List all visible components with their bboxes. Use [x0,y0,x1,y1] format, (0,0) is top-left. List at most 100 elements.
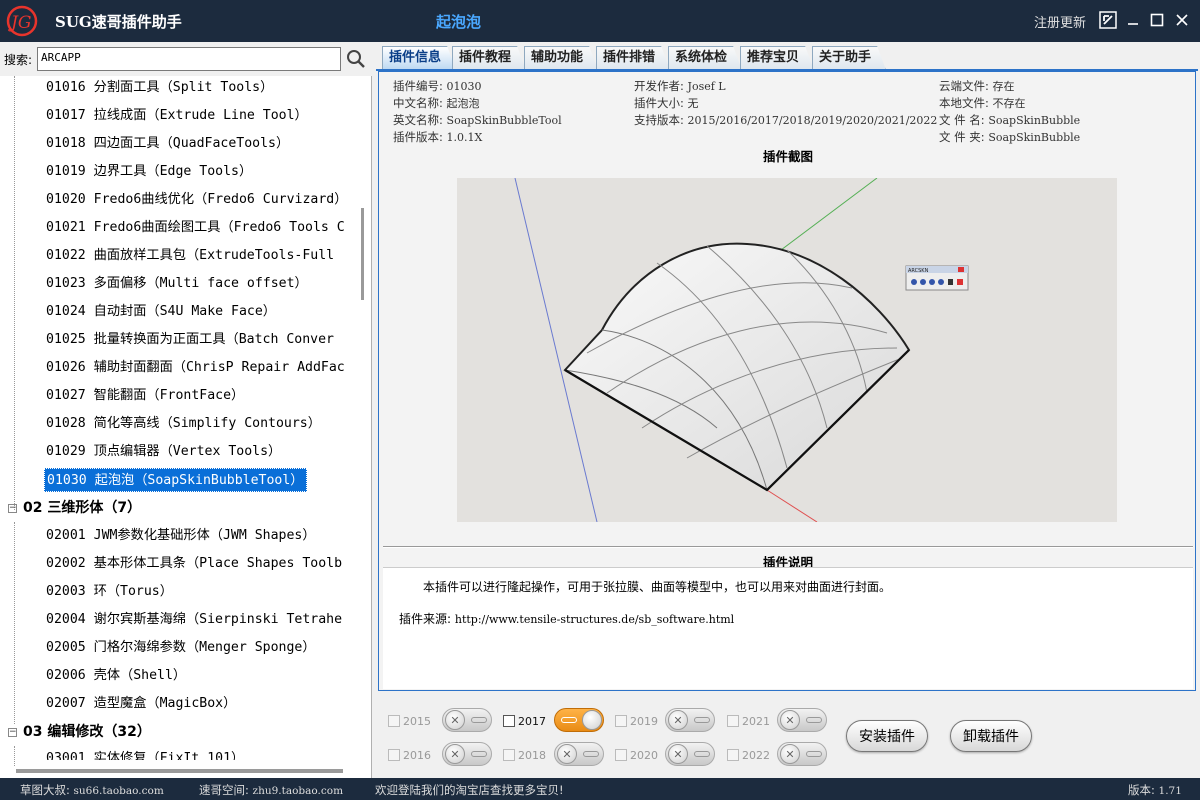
minimize-button[interactable] [1122,9,1144,31]
tree-item[interactable]: 01024 自动封面（S4U Make Face） [44,300,278,324]
tree-item[interactable]: 02006 壳体（Shell） [44,664,188,688]
plugin-code: 01030 [446,80,482,93]
install-plugin-button[interactable]: 安装插件 [846,720,928,752]
version-toggle-2022[interactable]: ✕ [777,742,827,766]
version-checkbox-2016[interactable]: 2016 [388,744,431,766]
version-toggle-2020[interactable]: ✕ [665,742,715,766]
tree-item[interactable]: 02003 环（Torus） [44,580,175,604]
tab-aux-functions[interactable]: 辅助功能 [524,46,598,70]
collapse-icon[interactable]: − [8,727,17,737]
detail-pane: 插件信息 插件教程 辅助功能 插件排错 系统体检 推荐宝贝 关于助手 插件编号:… [376,42,1200,778]
scroll-thumb[interactable] [16,769,343,773]
close-icon [1176,14,1188,26]
tree-item[interactable]: 01026 辅助封面翻面（ChrisP Repair AddFac [44,356,347,380]
tree-item[interactable]: 01017 拉线成面（Extrude Line Tool） [44,104,310,128]
tree-item[interactable]: 02007 造型魔盒（MagicBox） [44,692,238,716]
checkbox-icon [615,715,627,727]
tree-guide-line [14,76,15,510]
register-update-link[interactable]: 注册更新 [1034,12,1086,31]
version-toggle-2016[interactable]: ✕ [442,742,492,766]
version-toggle-2019[interactable]: ✕ [665,708,715,732]
info-key: 中文名称: [393,96,443,110]
status-message: 欢迎登陆我们的淘宝店查找更多宝贝! [375,783,564,797]
version-checkbox-2021[interactable]: 2021 [727,710,770,732]
version-checkbox-2015[interactable]: 2015 [388,710,431,732]
tree-item-partial[interactable]: 03001 实体修复（FixIt 101） [44,748,246,760]
version-checkbox-2017[interactable]: 2017 [503,710,546,732]
scroll-thumb[interactable] [361,208,364,300]
shop-link-zhu9[interactable]: zhu9.taobao.com [253,785,344,797]
tree-item[interactable]: 02001 JWM参数化基础形体（JWM Shapes） [44,524,318,548]
tree-category-label: 03 编辑修改（32） [23,724,151,740]
tree-item[interactable]: 01029 顶点编辑器（Vertex Tools） [44,440,283,464]
maximize-button[interactable] [1146,9,1168,31]
tree-category-edit[interactable]: −03 编辑修改（32） [8,720,151,744]
tree-item[interactable]: 02005 门格尔海绵参数（Menger Sponge） [44,636,318,660]
tree-item[interactable]: 02004 谢尔宾斯基海绵（Sierpinski Tetrahe [44,608,344,632]
tree-item[interactable]: 01025 批量转换面为正面工具（Batch Conver [44,328,336,352]
info-key: 开发作者: [634,79,684,93]
tab-tutorial[interactable]: 插件教程 [452,46,526,70]
plugin-filename: SoapSkinBubble [988,114,1081,127]
tab-system-check[interactable]: 系统体检 [668,46,742,70]
search-input[interactable]: ARCAPP [37,47,341,71]
tab-plugin-info[interactable]: 插件信息 [382,46,456,70]
status-label: 版本: [1128,783,1155,797]
search-icon[interactable] [346,49,366,69]
plugin-size: 无 [687,97,699,110]
version-year: 2017 [518,714,546,728]
tree-item[interactable]: 01018 四边面工具（QuadFaceTools） [44,132,291,156]
version-toggle-2017[interactable] [554,708,604,732]
version-checkbox-2022[interactable]: 2022 [727,744,770,766]
tree-vertical-scrollbar[interactable] [360,76,370,766]
tree-item[interactable]: 01016 分割面工具（Split Tools） [44,76,275,100]
version-toggle-2018[interactable]: ✕ [554,742,604,766]
tree-guide-line [14,746,15,766]
shop-link-su66[interactable]: su66.taobao.com [74,785,164,797]
tree-item[interactable]: 01028 简化等高线（Simplify Contours） [44,412,323,436]
version-checkbox-2019[interactable]: 2019 [615,710,658,732]
version-year: 2020 [630,748,658,762]
info-key: 云端文件: [939,79,989,93]
description-source: 插件来源: http://www.tensile-structures.de/s… [399,610,734,627]
tree-item[interactable]: 01020 Fredo6曲线优化（Fredo6 Curvizard） [44,188,349,212]
version-year: 2015 [403,714,431,728]
soap-bubble-preview-image: ARCSKN [514,178,969,522]
tab-troubleshoot[interactable]: 插件排错 [596,46,670,70]
version-toggle-2021[interactable]: ✕ [777,708,827,732]
minimize-icon [1128,23,1138,25]
tab-about[interactable]: 关于助手 [812,46,886,70]
collapse-icon[interactable]: − [8,503,17,513]
info-key: 文 件 名: [939,113,985,127]
toggle-knob: ✕ [780,744,800,764]
version-checkbox-2018[interactable]: 2018 [503,744,546,766]
plugin-info-panel: 插件编号: 01030 中文名称: 起泡泡 英文名称: SoapSkinBubb… [378,71,1196,691]
version-checkbox-2020[interactable]: 2020 [615,744,658,766]
toggle-knob: ✕ [445,710,465,730]
tree-category-3d-shapes[interactable]: −02 三维形体（7） [8,496,141,520]
tree-item[interactable]: 01027 智能翻面（FrontFace） [44,384,246,408]
uninstall-plugin-button[interactable]: 卸载插件 [950,720,1032,752]
info-key: 文 件 夹: [939,130,985,144]
tree-item[interactable]: 01022 曲面放样工具包（ExtrudeTools-Full [44,244,336,268]
close-button[interactable] [1171,9,1193,31]
section-divider [383,546,1193,548]
info-key: 插件大小: [634,96,684,110]
tree-horizontal-scrollbar[interactable] [0,766,360,778]
source-url[interactable]: http://www.tensile-structures.de/sb_soft… [455,613,734,626]
checkbox-icon [727,715,739,727]
toggle-track-mark [806,751,822,757]
plugin-tree[interactable]: 01016 分割面工具（Split Tools） 01017 拉线成面（Extr… [0,76,360,766]
mini-mode-button[interactable] [1097,9,1119,31]
version-toggle-2015[interactable]: ✕ [442,708,492,732]
tab-recommended[interactable]: 推荐宝贝 [740,46,814,70]
tree-item[interactable]: 01023 多面偏移（Multi face offset） [44,272,310,296]
tree-item[interactable]: 02002 基本形体工具条（Place Shapes Toolb [44,552,344,576]
plugin-folder: SoapSkinBubble [988,131,1081,144]
search-bar: 搜索: ARCAPP [0,42,372,76]
tree-item[interactable]: 01019 边界工具（Edge Tools） [44,160,254,184]
tree-item-selected[interactable]: 01030 起泡泡（SoapSkinBubbleTool） [44,468,307,492]
cloud-file-status: 存在 [992,80,1015,93]
tree-item[interactable]: 01021 Fredo6曲面绘图工具（Fredo6 Tools C [44,216,347,240]
toggle-track-mark [806,717,822,723]
